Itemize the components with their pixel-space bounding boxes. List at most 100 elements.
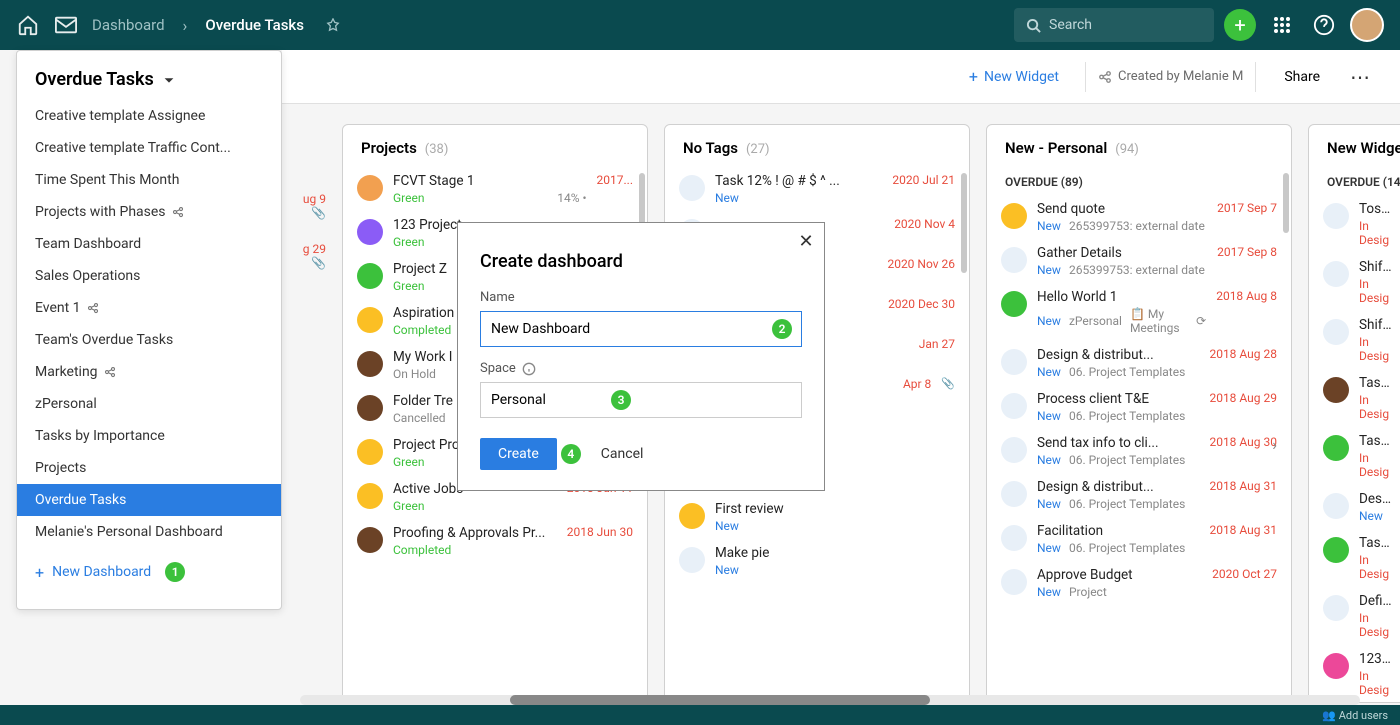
sidebar-item[interactable]: Time Spent This Month [17,164,281,196]
task-row[interactable]: Process client T&ENew06. Project Templat… [987,385,1291,429]
task-row[interactable]: Approve BudgetNewProject2020 Oct 27 [987,561,1291,605]
created-by-label[interactable]: Created by Melanie M [1098,69,1243,84]
avatar [1323,203,1349,229]
share-button[interactable]: Share [1268,63,1336,91]
task-row[interactable]: FacilitationNew06. Project Templates2018… [987,517,1291,561]
task-row[interactable]: Hello World 1NewzPersonal📋 My Meetings⟳2… [987,283,1291,341]
sidebar-item[interactable]: Team's Overdue Tasks [17,324,281,356]
task-title: Task 2 [1359,433,1393,449]
name-input[interactable] [480,311,802,347]
task-row[interactable]: FCVT Stage 1Green14% •2017... [343,167,647,211]
sidebar-item[interactable]: Overdue Tasks [17,484,281,516]
tour-badge-1: 1 [165,562,185,582]
task-row[interactable]: Task 1In Desig [1309,369,1400,427]
task-row[interactable]: Task 12% ! @ # $ ^ ...New2020 Jul 21 [665,167,969,211]
avatar [357,351,383,377]
info-icon[interactable] [522,362,536,376]
task-date: 2018 Jun 30 [567,525,633,539]
add-users-button[interactable]: 👥 Add users [1322,709,1388,722]
task-title: FCVT Stage 1 [393,173,587,189]
task-row[interactable]: Gather DetailsNew265399753: external dat… [987,239,1291,283]
pin-icon[interactable] [326,18,340,32]
avatar [1323,377,1349,403]
task-title: Task 12% ! @ # $ ^ ... [715,173,882,189]
task-row[interactable]: Toss SaIn Desig [1309,195,1400,253]
more-icon[interactable]: ⋯ [1344,65,1376,89]
user-avatar[interactable] [1350,8,1384,42]
task-row[interactable]: Design & distribut... New06. Project Temp… [987,473,1291,517]
task-title: Facilitation [1037,523,1199,539]
new-dashboard-button[interactable]: + New Dashboard 1 [17,548,281,596]
chevron-right-icon[interactable]: › [1272,435,1277,454]
task-row[interactable]: Task 2 In Desig [1309,427,1400,485]
task-row[interactable]: Proofing & Approvals Pr...Completed2018 … [343,519,647,563]
task-date: 2020 Jul 21 [892,173,955,187]
task-date: Jan 27 [919,337,955,351]
create-button[interactable]: Create [480,438,557,470]
sidebar-item[interactable]: Team Dashboard [17,228,281,260]
task-title: Design & distribut... [1037,347,1199,363]
avatar [1323,595,1349,621]
space-input[interactable] [480,382,802,418]
sidebar-item[interactable]: Marketing [17,356,281,388]
chevron-down-icon [162,73,176,87]
avatar [1001,291,1027,317]
horizontal-scrollbar[interactable] [300,695,1360,705]
breadcrumb-parent[interactable]: Dashboard [92,16,165,34]
sidebar-item[interactable]: Creative template Assignee [17,100,281,132]
task-tags: In Desig [1359,393,1393,421]
column-title: No Tags [683,139,738,157]
task-row[interactable]: Shift BIn Desig [1309,311,1400,369]
task-row[interactable]: Send tax info to cli...New06. Project Te… [987,429,1291,473]
task-date: 2018 Aug 8 [1216,289,1277,303]
task-tags: In Desig [1359,451,1393,479]
add-button[interactable]: + [1224,9,1256,41]
task-title: Design & distribut... [1037,479,1199,495]
task-tags: In Desig [1359,669,1393,697]
task-row[interactable]: Task 5In Desig [1309,529,1400,587]
mail-icon[interactable] [54,13,78,37]
dropdown-title[interactable]: Overdue Tasks [17,51,281,100]
avatar [1323,319,1349,345]
task-tags: In Desig [1359,277,1393,305]
sidebar-item[interactable]: Projects [17,452,281,484]
avatar [1323,537,1349,563]
column-title: Projects [361,139,417,157]
search-input[interactable]: Search [1014,8,1214,42]
cancel-button[interactable]: Cancel [589,438,656,470]
avatar [1001,569,1027,595]
share-icon [1098,70,1112,84]
sidebar-item[interactable]: Tasks by Importance [17,420,281,452]
home-icon[interactable] [16,13,40,37]
task-tags: New06. Project Templates [1037,497,1199,511]
attachment-icon: 📎 [941,377,955,390]
avatar [1001,437,1027,463]
sidebar-item[interactable]: zPersonal [17,388,281,420]
avatar [357,263,383,289]
task-row[interactable]: Make pieNew [665,539,969,583]
task-row[interactable]: Send quoteNew265399753: external date201… [987,195,1291,239]
bottombar: 👥 Add users [0,705,1400,725]
sidebar-item[interactable]: Sales Operations [17,260,281,292]
new-widget-button[interactable]: + New Widget [955,61,1073,92]
task-row[interactable]: First reviewNew [665,495,969,539]
avatar [357,439,383,465]
sidebar-item[interactable]: Projects with Phases [17,196,281,228]
task-tags: Completed [393,543,557,557]
task-row[interactable]: 123 TasIn Desig [1309,645,1400,702]
sidebar-item[interactable]: Event 1 [17,292,281,324]
task-row[interactable]: Shift AIn Desig [1309,253,1400,311]
sidebar-item[interactable]: Creative template Traffic Cont... [17,132,281,164]
apps-icon[interactable] [1266,9,1298,41]
task-row[interactable]: DesignNew [1309,485,1400,529]
task-date: 2018 Aug 31 [1209,479,1277,493]
column-new-personal: New - Personal (94) OVERDUE (89) › Send … [986,124,1292,703]
task-row[interactable]: Design & distribut...New06. Project Temp… [987,341,1291,385]
sidebar-item[interactable]: Melanie's Personal Dashboard [17,516,281,548]
help-icon[interactable] [1308,9,1340,41]
toolbar: + New Widget Created by Melanie M Share … [282,50,1400,104]
task-tags: New [715,563,955,577]
task-title: Task 5 [1359,535,1393,551]
close-icon[interactable]: ✕ [796,231,816,251]
task-row[interactable]: DefineIn Desig [1309,587,1400,645]
